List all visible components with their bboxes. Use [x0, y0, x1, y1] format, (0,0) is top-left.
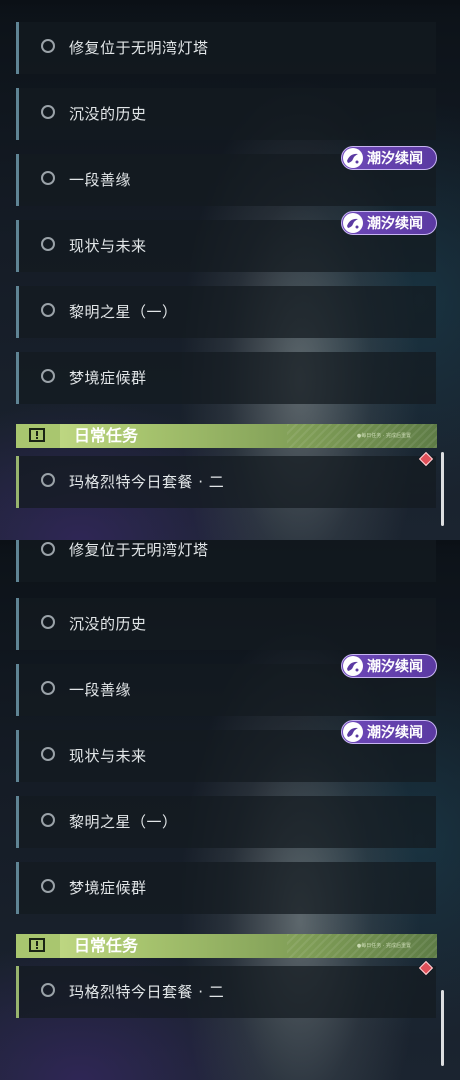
scrollbar-thumb[interactable]	[441, 452, 444, 526]
quest-item-label: 修复位于无明湾灯塔	[69, 39, 209, 57]
tide-swirl-icon	[341, 720, 365, 744]
top-fade	[0, 0, 460, 14]
quest-item-label: 现状与未来	[69, 747, 147, 765]
daily-quest-margaret-meal[interactable]: 玛格烈特今日套餐 · 二	[16, 966, 436, 1018]
tide-swirl-icon	[341, 654, 365, 678]
quest-item-label: 黎明之星（一）	[69, 303, 178, 321]
quest-item-label: 梦境症候群	[69, 879, 147, 897]
quest-item-label: 一段善缘	[69, 681, 132, 699]
tide-swirl-icon	[341, 211, 365, 235]
exclamation-box-icon	[29, 428, 45, 442]
quest-status-circle-icon	[41, 542, 55, 556]
quest-status-circle-icon	[41, 39, 55, 53]
quest-item-sunken-history[interactable]: 沉没的历史	[16, 88, 436, 140]
tide-swirl-icon	[341, 146, 365, 170]
quest-status-circle-icon	[41, 105, 55, 119]
tide-sequel-badge: 潮汐续闻	[341, 654, 437, 678]
quest-item-repair-lighthouse[interactable]: 修复位于无明湾灯塔	[16, 540, 436, 582]
quest-item-label: 沉没的历史	[69, 615, 147, 633]
quest-status-circle-icon	[41, 879, 55, 893]
quest-panel-top: 修复位于无明湾灯塔 沉没的历史 一段善缘 现状与未来 黎明之星（一） 梦境症候群…	[0, 0, 460, 540]
quest-status-circle-icon	[41, 303, 55, 317]
quest-status-circle-icon	[41, 747, 55, 761]
quest-status-circle-icon	[41, 615, 55, 629]
quest-item-label: 修复位于无明湾灯塔	[69, 541, 209, 559]
section-icon-box	[16, 424, 60, 448]
quest-item-label: 玛格烈特今日套餐 · 二	[69, 983, 225, 1001]
scrollbar-thumb[interactable]	[441, 990, 444, 1066]
quest-status-circle-icon	[41, 473, 55, 487]
badge-label: 潮汐续闻	[367, 216, 423, 232]
tide-sequel-badge: 潮汐续闻	[341, 146, 437, 170]
badge-label: 潮汐续闻	[367, 151, 423, 167]
quest-item-dawn-star[interactable]: 黎明之星（一）	[16, 796, 436, 848]
quest-item-label: 梦境症候群	[69, 369, 147, 387]
quest-status-circle-icon	[41, 369, 55, 383]
exclamation-box-icon	[29, 938, 45, 952]
tide-sequel-badge: 潮汐续闻	[341, 211, 437, 235]
quest-status-circle-icon	[41, 983, 55, 997]
quest-item-sunken-history[interactable]: 沉没的历史	[16, 598, 436, 650]
quest-item-dream-syndrome[interactable]: 梦境症候群	[16, 862, 436, 914]
quest-item-label: 黎明之星（一）	[69, 813, 178, 831]
quest-item-dream-syndrome[interactable]: 梦境症候群	[16, 352, 436, 404]
daily-tasks-header[interactable]: 日常任务 ●每日任务 · 完成后重置	[16, 934, 437, 958]
quest-status-circle-icon	[41, 171, 55, 185]
quest-item-dawn-star[interactable]: 黎明之星（一）	[16, 286, 436, 338]
section-icon-box	[16, 934, 60, 958]
section-subtitle: ●每日任务 · 完成后重置	[356, 433, 411, 439]
quest-status-circle-icon	[41, 681, 55, 695]
tide-sequel-badge: 潮汐续闻	[341, 720, 437, 744]
badge-label: 潮汐续闻	[367, 659, 423, 675]
section-title: 日常任务	[74, 426, 139, 445]
daily-tasks-header[interactable]: 日常任务 ●每日任务 · 完成后重置	[16, 424, 437, 448]
quest-item-label: 沉没的历史	[69, 105, 147, 123]
quest-panel-bottom: 修复位于无明湾灯塔 沉没的历史 一段善缘 现状与未来 黎明之星（一） 梦境症候群…	[0, 540, 460, 1080]
quest-status-circle-icon	[41, 237, 55, 251]
section-title: 日常任务	[74, 936, 139, 955]
section-subtitle: ●每日任务 · 完成后重置	[356, 943, 411, 949]
quest-item-label: 玛格烈特今日套餐 · 二	[69, 473, 225, 491]
quest-item-label: 现状与未来	[69, 237, 147, 255]
quest-status-circle-icon	[41, 813, 55, 827]
quest-item-label: 一段善缘	[69, 171, 132, 189]
badge-label: 潮汐续闻	[367, 725, 423, 741]
quest-item-repair-lighthouse[interactable]: 修复位于无明湾灯塔	[16, 22, 436, 74]
daily-quest-margaret-meal[interactable]: 玛格烈特今日套餐 · 二	[16, 456, 436, 508]
